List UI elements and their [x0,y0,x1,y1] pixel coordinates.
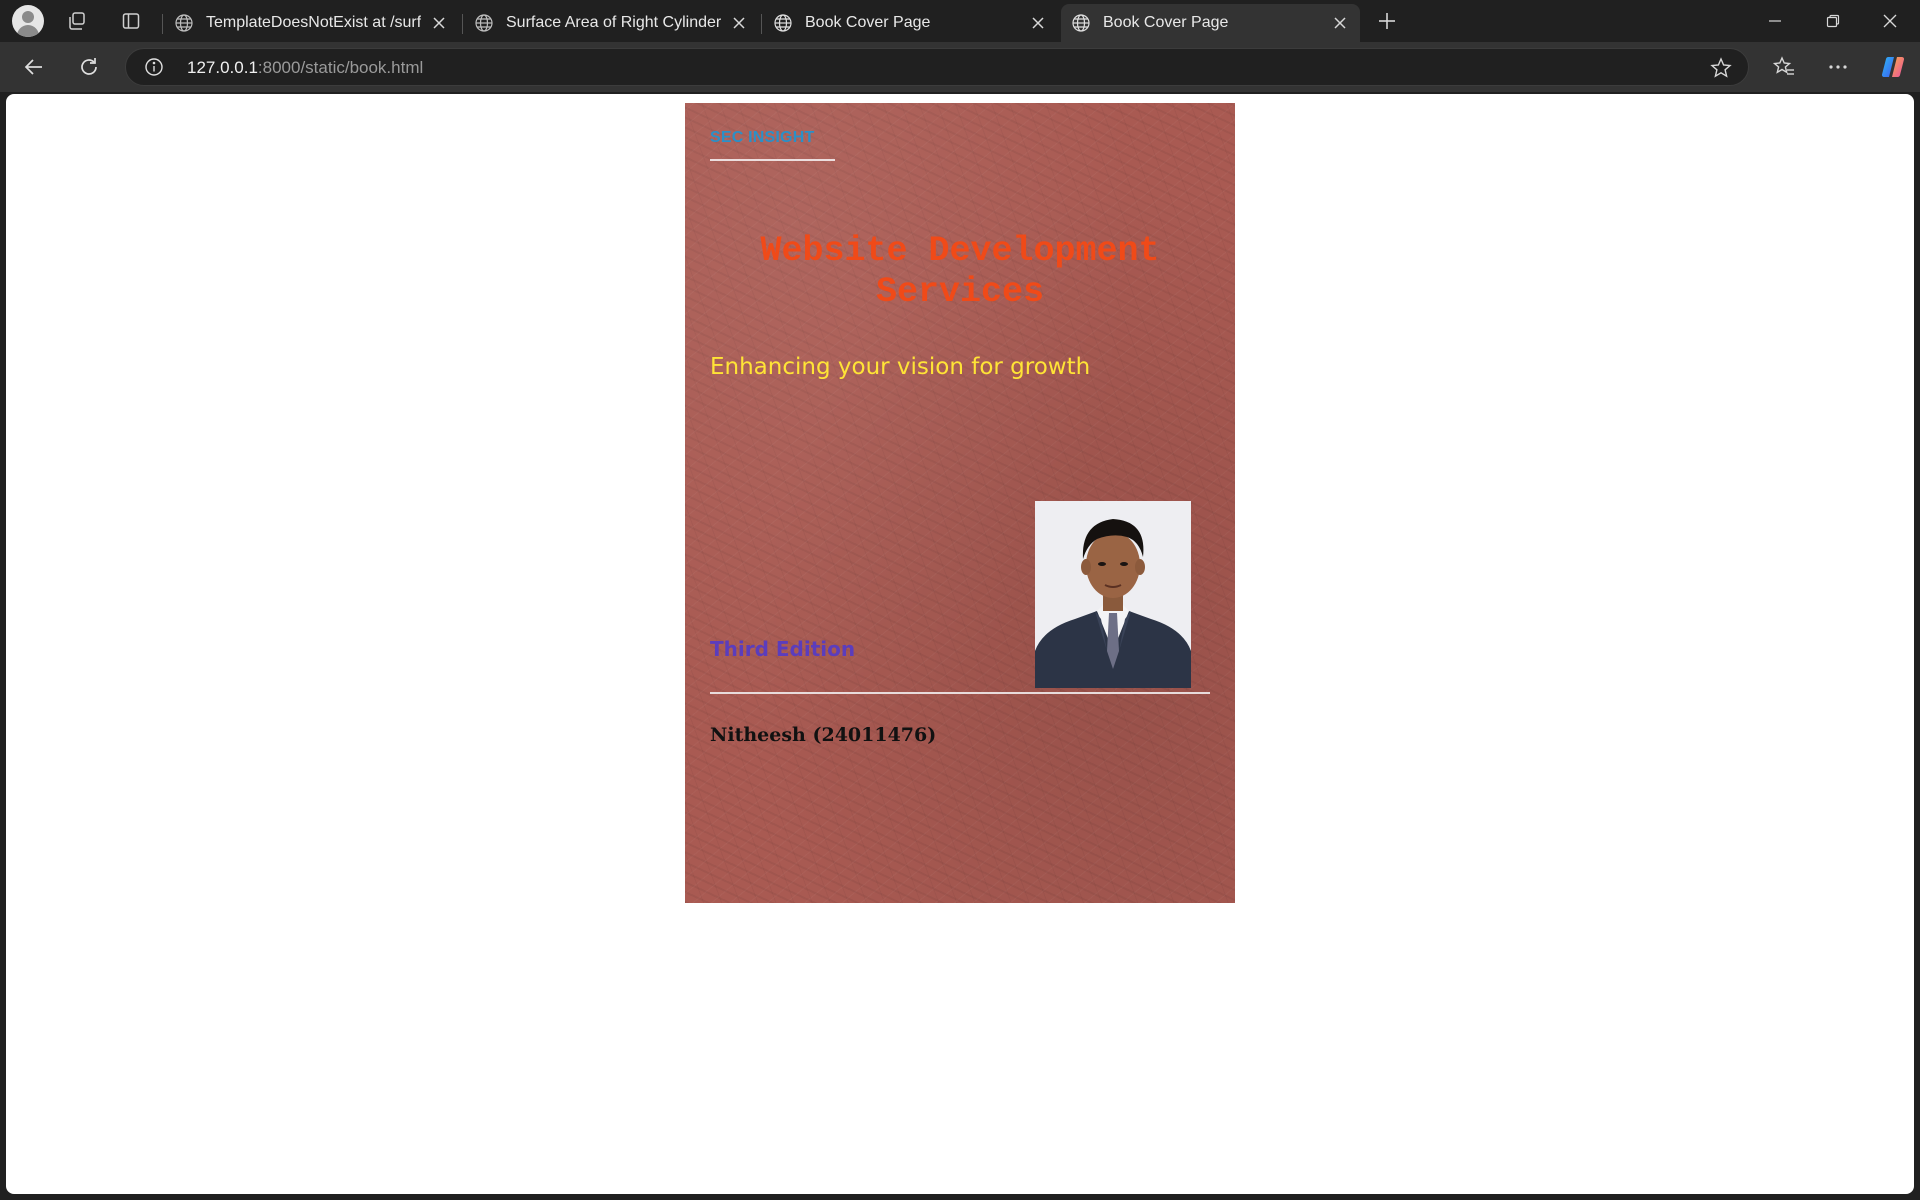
close-icon[interactable] [729,13,749,33]
minimize-icon[interactable] [1747,0,1803,42]
browser-toolbar: 127.0.0.1:8000/static/book.html [0,42,1920,92]
globe-icon [774,14,792,32]
globe-icon [175,14,193,32]
tab-template-does-not-exist[interactable]: TemplateDoesNotExist at /surface [164,4,459,42]
tab-book-cover-page-active[interactable]: Book Cover Page [1061,4,1360,42]
vertical-tabs-icon[interactable] [116,6,146,36]
tab-label: Book Cover Page [805,14,931,31]
back-arrow-icon[interactable] [18,51,50,83]
globe-icon [475,14,493,32]
close-icon[interactable] [429,13,449,33]
profile-avatar-icon[interactable] [12,5,44,37]
browser-titlebar: TemplateDoesNotExist at /surface Surface… [0,0,1920,42]
reload-icon[interactable] [73,51,105,83]
tab-label: TemplateDoesNotExist at /surface [206,14,421,31]
edition-label: Third Edition [710,637,856,661]
tab-separator [462,14,463,34]
info-icon[interactable] [144,57,164,77]
tab-label: Book Cover Page [1103,14,1229,31]
tab-book-cover-page[interactable]: Book Cover Page [763,4,1058,42]
address-path: :8000/static/book.html [257,58,424,77]
author-photo [1035,501,1191,688]
more-icon[interactable] [1822,51,1854,83]
close-icon[interactable] [1330,13,1350,33]
address-bar[interactable]: 127.0.0.1:8000/static/book.html [125,48,1749,86]
address-url[interactable]: 127.0.0.1:8000/static/book.html [187,58,423,78]
workspaces-icon[interactable] [62,6,92,36]
book-title: Website Development Services [760,231,1160,312]
tab-separator [761,14,762,34]
close-icon[interactable] [1028,13,1048,33]
tab-surface-area[interactable]: Surface Area of Right Cylinder [464,4,759,42]
copilot-icon[interactable] [1877,51,1909,83]
restore-icon[interactable] [1805,0,1861,42]
close-window-icon[interactable] [1862,0,1918,42]
plus-icon[interactable] [1372,6,1402,36]
book-subtitle: Enhancing your vision for growth [710,354,1091,380]
cover-divider [710,692,1210,694]
address-host: 127.0.0.1 [187,58,258,77]
page-viewport: SEC INSIGHT Website Development Services… [6,94,1914,1194]
author-name: Nitheesh (24011476) [710,724,937,746]
book-cover: SEC INSIGHT Website Development Services… [685,103,1235,903]
favorites-icon[interactable] [1768,51,1800,83]
star-icon[interactable] [1710,57,1732,79]
publisher-underline [710,159,835,161]
tab-separator [162,14,163,34]
globe-icon [1072,14,1090,32]
publisher-name: SEC INSIGHT [710,129,815,146]
tab-label: Surface Area of Right Cylinder [506,14,721,31]
